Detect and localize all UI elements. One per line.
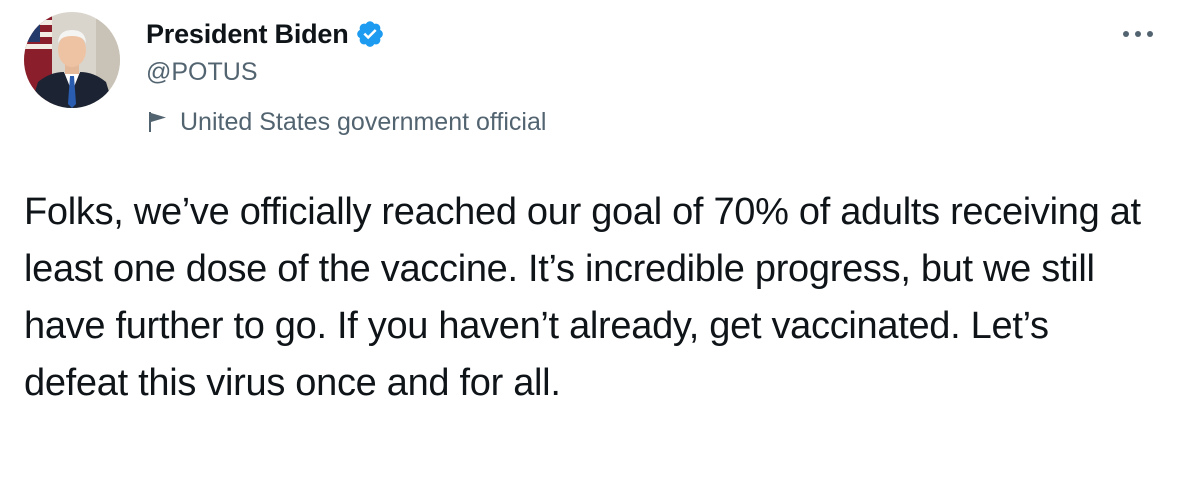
avatar-image xyxy=(24,12,120,108)
flag-icon xyxy=(146,110,170,134)
government-label-row: United States government official xyxy=(146,104,546,140)
more-options-icon xyxy=(1123,31,1153,37)
tweet-text: Folks, we’ve officially reached our goal… xyxy=(24,191,1141,404)
tweet-card: President Biden @POTUS United States gov… xyxy=(0,0,1196,486)
author-display-name[interactable]: President Biden xyxy=(146,19,349,50)
verified-badge-icon xyxy=(355,19,385,49)
author-name-row: President Biden xyxy=(146,18,385,50)
government-official-label[interactable]: United States government official xyxy=(180,108,546,137)
author-avatar[interactable] xyxy=(24,12,120,108)
more-options-button[interactable] xyxy=(1118,22,1158,46)
author-handle[interactable]: @POTUS xyxy=(146,58,258,87)
